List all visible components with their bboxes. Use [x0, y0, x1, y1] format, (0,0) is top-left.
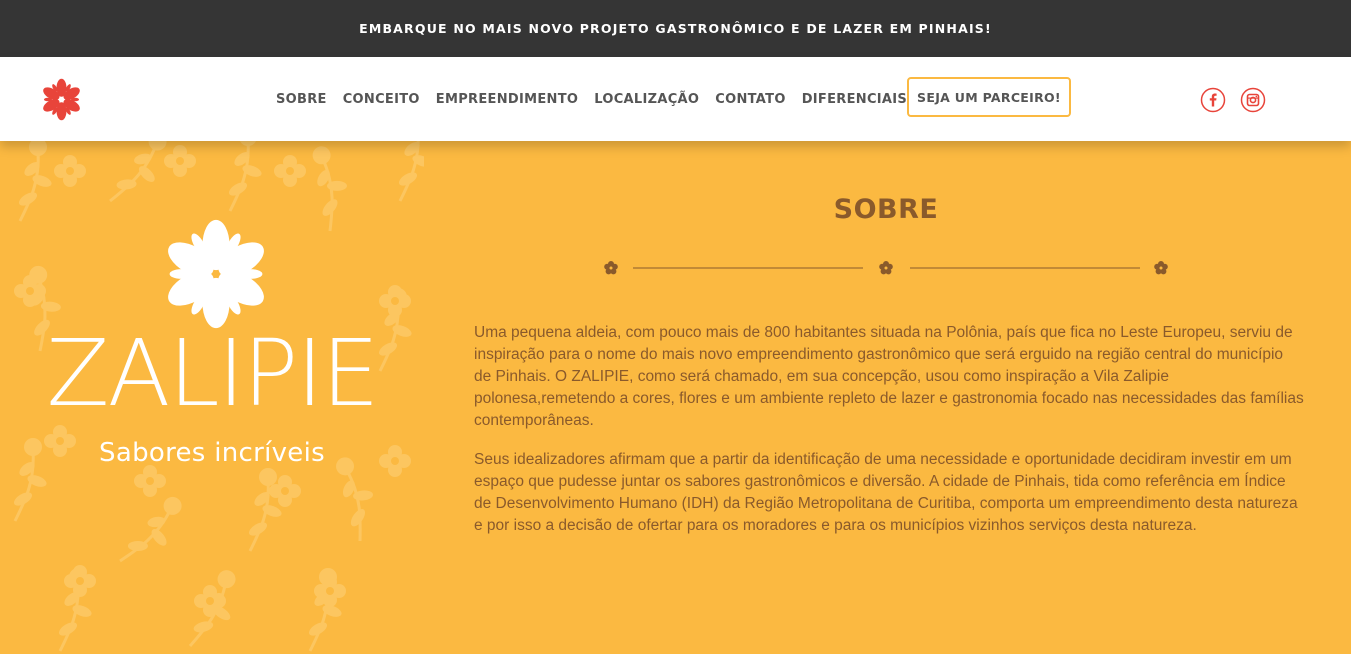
nav-link-sobre[interactable]: SOBRE — [276, 92, 327, 107]
brand-tagline: Sabores incríveis — [99, 438, 325, 468]
nav-menu: SOBRE CONCEITO EMPREENDIMENTO LOCALIZAÇÃ… — [268, 57, 915, 141]
brand-panel: ZALIPIE Sabores incríveis — [0, 141, 424, 654]
nav-link-contato[interactable]: CONTATO — [715, 92, 785, 107]
about-section: SOBRE Uma pequena aldeia, com pouco mais… — [424, 141, 1351, 654]
section-title: SOBRE — [833, 194, 939, 225]
nav-link-diferenciais[interactable]: DIFERENCIAIS — [802, 92, 907, 107]
facebook-icon[interactable] — [1200, 87, 1226, 113]
partner-button[interactable]: SEJA UM PARCEIRO! — [907, 77, 1071, 117]
brand-flower-icon — [168, 219, 264, 329]
announcement-text: EMBARQUE NO MAIS NOVO PROJETO GASTRONÔMI… — [359, 21, 992, 36]
logo-flower-icon[interactable] — [39, 77, 84, 122]
nav-link-empreendimento[interactable]: EMPREENDIMENTO — [436, 92, 578, 107]
main-navbar: SOBRE CONCEITO EMPREENDIMENTO LOCALIZAÇÃ… — [0, 57, 1351, 141]
instagram-icon[interactable] — [1240, 87, 1266, 113]
nav-link-conceito[interactable]: CONCEITO — [343, 92, 420, 107]
about-paragraph-1: Uma pequena aldeia, com pouco mais de 80… — [474, 324, 1304, 429]
brand-name: ZALIPIE — [46, 320, 379, 427]
nav-link-localizacao[interactable]: LOCALIZAÇÃO — [594, 92, 699, 107]
announcement-bar: EMBARQUE NO MAIS NOVO PROJETO GASTRONÔMI… — [0, 0, 1351, 57]
ornament-divider — [604, 261, 1168, 275]
about-paragraph-2: Seus idealizadores afirmam que a partir … — [474, 451, 1298, 534]
